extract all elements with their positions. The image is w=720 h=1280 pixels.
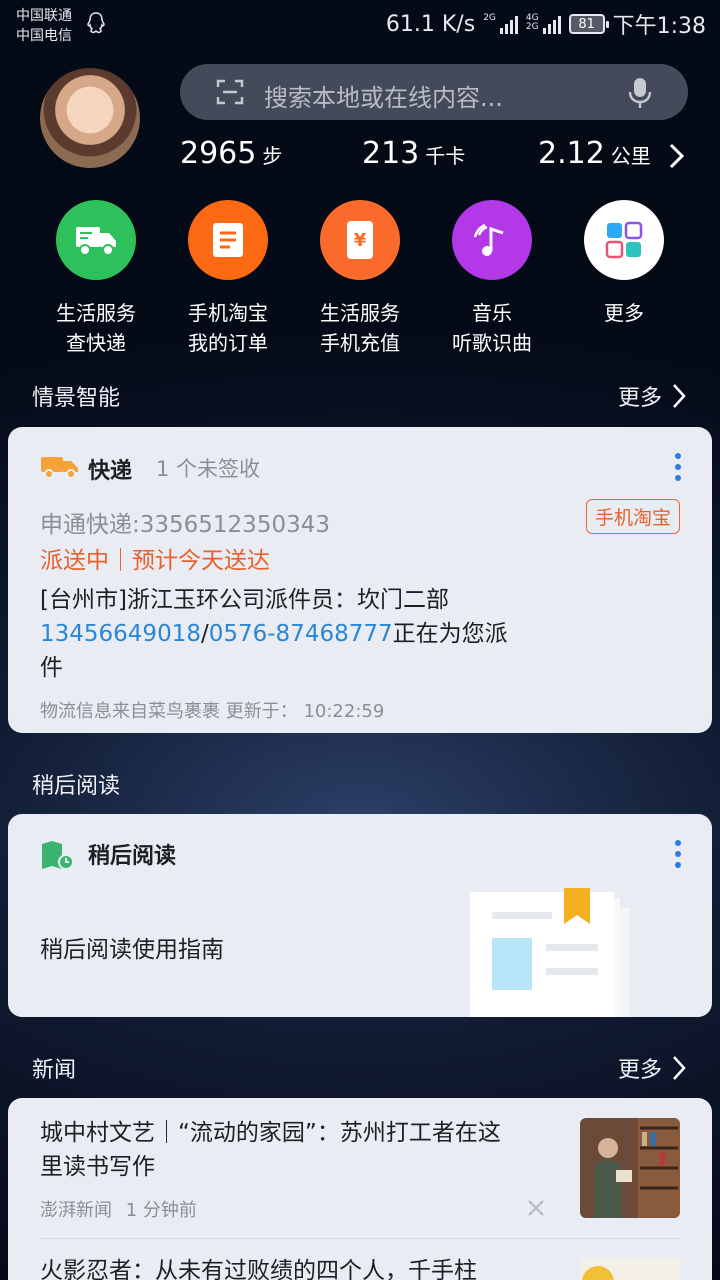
carrier-1: 中国联通 (16, 8, 72, 24)
truck-icon (56, 200, 136, 280)
health-stats[interactable]: 2965 步 213 千卡 2.12 公里 (180, 136, 690, 180)
news-title: 城中村文艺｜“流动的家园”：苏州打工者在这 里读书写作 (40, 1120, 501, 1180)
qq-notification-icon (87, 12, 105, 34)
news-meta: 澎湃新闻 1 分钟前 (40, 1196, 197, 1222)
app-label: 生活服务 手机充值 (320, 301, 400, 355)
app-phone-recharge[interactable]: ¥ 生活服务 手机充值 (294, 200, 426, 358)
signal-4g-icon: 4G 2G (526, 14, 561, 34)
app-label: 更多 (604, 301, 644, 325)
microphone-icon[interactable] (628, 77, 652, 109)
chevron-right-icon (673, 384, 686, 408)
read-later-guide[interactable]: 稍后阅读使用指南 (40, 930, 224, 964)
steps-unit: 步 (262, 144, 283, 168)
express-subtitle: 1 个未签收 (156, 457, 261, 481)
app-label: 音乐 听歌识曲 (452, 301, 532, 355)
distance-stat: 2.12 公里 (538, 136, 651, 171)
express-card[interactable]: 快递 1 个未签收 申通快递:3356512350343 手机淘宝 派送中｜预计… (8, 427, 712, 733)
close-icon[interactable] (526, 1198, 546, 1218)
distance-value: 2.12 (538, 136, 605, 171)
news-card: 城中村文艺｜“流动的家园”：苏州打工者在这 里读书写作 澎湃新闻 1 分钟前 火… (8, 1098, 712, 1280)
carrier-info: 中国联通 中国电信 (16, 6, 72, 46)
news-time: 1 分钟前 (125, 1200, 197, 1221)
quick-apps: 生活服务 查快递 手机淘宝 我的订单 ¥ 生活服务 手机充值 音乐 听歌识曲 更… (30, 200, 690, 358)
more-options-icon[interactable] (674, 840, 682, 872)
source-tag[interactable]: 手机淘宝 (585, 499, 680, 534)
tracking-number: 申通快递:3356512350343 (40, 512, 330, 538)
news-title: 火影忍者：从未有过败绩的四个人，千手柱 (40, 1258, 477, 1280)
app-music[interactable]: 音乐 听歌识曲 (426, 200, 558, 358)
section-title-smart: 情景智能 (32, 386, 121, 411)
phone-recharge-icon: ¥ (320, 200, 400, 280)
signal-2g-icon: 2G (483, 14, 518, 34)
battery-icon: 81 (568, 14, 609, 34)
chevron-right-icon[interactable] (668, 142, 686, 170)
section-title-news: 新闻 (32, 1058, 77, 1083)
network-speed: 61.1 K/s (385, 11, 476, 37)
news-thumbnail (580, 1258, 680, 1280)
search-input[interactable]: 搜索本地或在线内容... (264, 78, 503, 113)
courier-phone-link[interactable]: 13456649018 (40, 621, 201, 647)
divider (40, 1238, 680, 1239)
delivery-status: 派送中｜预计今天送达 (40, 548, 270, 574)
office-phone-link[interactable]: 0576-87468777 (209, 621, 393, 647)
search-bar[interactable]: 搜索本地或在线内容... (180, 64, 688, 120)
user-avatar[interactable] (40, 68, 140, 168)
app-more[interactable]: 更多 (558, 200, 690, 358)
express-title: 快递 (88, 459, 133, 484)
app-label: 生活服务 查快递 (56, 301, 136, 355)
app-taobao-orders[interactable]: 手机淘宝 我的订单 (162, 200, 294, 358)
app-express[interactable]: 生活服务 查快递 (30, 200, 162, 358)
news-source: 澎湃新闻 (40, 1200, 112, 1221)
news-thumbnail (580, 1118, 680, 1218)
svg-text:¥: ¥ (354, 230, 367, 251)
clock: 下午1:38 (612, 14, 706, 39)
app-label: 手机淘宝 我的订单 (188, 301, 268, 355)
book-clock-icon (42, 841, 74, 870)
express-footer: 物流信息来自菜鸟裹裹 更新于： 10:22:59 (40, 701, 385, 722)
status-bar: 中国联通 中国电信 61.1 K/s 2G 4G 2G 81 下午1:38 (0, 0, 720, 48)
grid-icon (584, 200, 664, 280)
article-bookmark-illustration (470, 888, 630, 1017)
news-more-button[interactable]: 更多 (618, 1052, 686, 1084)
carrier-2: 中国电信 (16, 28, 72, 44)
smart-more-button[interactable]: 更多 (618, 380, 686, 412)
calories-stat: 213 千卡 (362, 136, 465, 171)
distance-unit: 公里 (610, 144, 651, 168)
music-note-icon (452, 200, 532, 280)
read-later-card[interactable]: 稍后阅读 稍后阅读使用指南 (8, 814, 712, 1017)
read-later-title: 稍后阅读 (88, 844, 177, 869)
chevron-right-icon (673, 1056, 686, 1080)
more-options-icon[interactable] (674, 453, 682, 485)
delivery-detail: [台州市]浙江玉环公司派件员：坎门二部 13456649018/0576-874… (40, 587, 508, 681)
section-title-later: 稍后阅读 (32, 774, 121, 799)
steps-stat: 2965 步 (180, 136, 282, 171)
battery-level: 81 (578, 16, 595, 32)
document-icon (188, 200, 268, 280)
status-right: 61.1 K/s 2G 4G 2G 81 下午1:38 (386, 8, 706, 40)
truck-icon (41, 457, 78, 479)
scan-icon[interactable] (216, 79, 244, 105)
steps-value: 2965 (180, 136, 257, 171)
calories-value: 213 (362, 136, 420, 171)
calories-unit: 千卡 (425, 144, 466, 168)
